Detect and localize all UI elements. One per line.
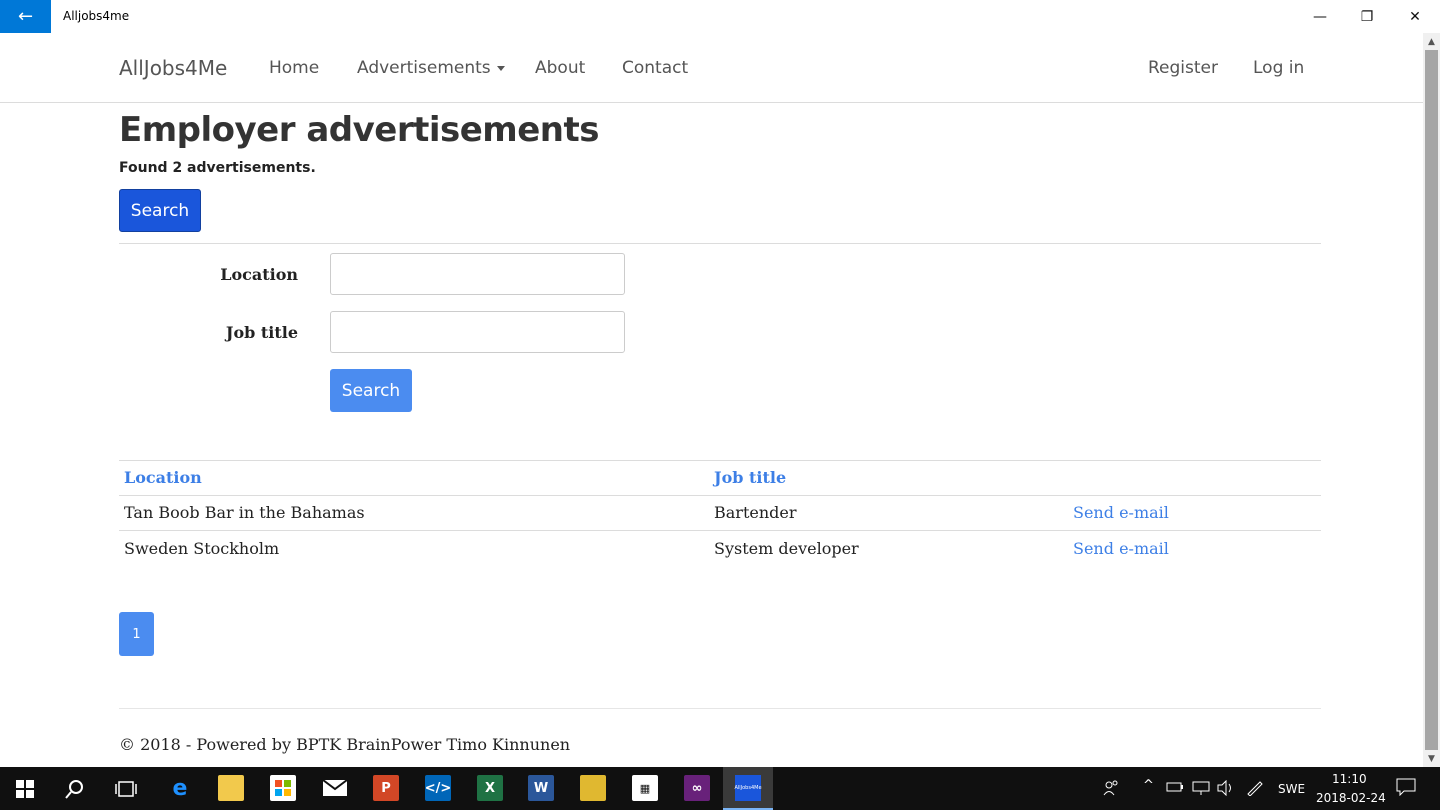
close-icon: ✕ (1409, 8, 1421, 25)
people-icon[interactable] (1103, 780, 1119, 800)
nav-contact[interactable]: Contact (622, 58, 688, 78)
taskbar: e P </> X W ▦ ∞ AllJobs4Me ^ SWE 11:10 2… (0, 767, 1440, 810)
nav-about[interactable]: About (535, 58, 585, 78)
footer-divider (119, 708, 1321, 709)
cell-location: Sweden Stockholm (124, 539, 280, 558)
close-button[interactable]: ✕ (1392, 0, 1438, 33)
alljobs4me-app-icon: AllJobs4Me (734, 775, 762, 801)
excel-icon[interactable]: X (477, 775, 503, 801)
nav-login[interactable]: Log in (1253, 58, 1304, 78)
table-header-border (119, 495, 1321, 496)
start-windows-icon[interactable] (10, 774, 40, 804)
cell-location: Tan Boob Bar in the Bahamas (124, 503, 365, 522)
job-title-input[interactable] (330, 311, 625, 353)
divider (119, 243, 1321, 244)
vscode-icon[interactable]: </> (425, 775, 451, 801)
cell-job-title: Bartender (714, 503, 797, 522)
file-explorer-icon[interactable] (218, 775, 244, 801)
job-title-label: Job title (225, 323, 298, 342)
vertical-scrollbar[interactable]: ▲ ▼ (1423, 33, 1440, 767)
restore-button[interactable]: ❐ (1344, 0, 1390, 33)
site-navbar: AllJobs4Me Home Advertisements About Con… (0, 33, 1423, 103)
mail-icon[interactable] (322, 775, 348, 801)
edge-icon[interactable]: e (167, 775, 193, 801)
table-row-border (119, 530, 1321, 531)
nav-advertisements[interactable]: Advertisements (357, 58, 505, 78)
brand-link[interactable]: AllJobs4Me (119, 56, 227, 80)
location-input[interactable] (330, 253, 625, 295)
result-count: Found 2 advertisements. (119, 160, 316, 176)
footer-text: © 2018 - Powered by BPTK BrainPower Timo… (119, 735, 571, 754)
powerpoint-icon[interactable]: P (373, 775, 399, 801)
nav-advertisements-label: Advertisements (357, 58, 491, 78)
window-title: Alljobs4me (63, 9, 130, 23)
scroll-up-icon[interactable]: ▲ (1423, 33, 1440, 50)
restore-icon: ❐ (1360, 8, 1374, 25)
pen-icon[interactable] (1246, 780, 1264, 800)
word-icon[interactable]: W (528, 775, 554, 801)
task-view-icon[interactable] (111, 774, 141, 804)
caret-down-icon (496, 65, 505, 71)
back-arrow-icon: ← (17, 6, 34, 27)
minimize-icon: — (1313, 8, 1327, 25)
visual-studio-icon[interactable]: ∞ (684, 775, 710, 801)
search-toggle-button[interactable]: Search (119, 189, 201, 232)
send-email-link[interactable]: Send e-mail (1073, 539, 1169, 558)
column-header-location[interactable]: Location (124, 468, 202, 487)
volume-icon[interactable] (1217, 779, 1235, 800)
database-tool-icon[interactable] (580, 775, 606, 801)
page-title: Employer advertisements (119, 110, 600, 150)
scroll-thumb[interactable] (1425, 50, 1438, 750)
battery-icon[interactable] (1166, 780, 1184, 798)
chevron-up-icon[interactable]: ^ (1143, 778, 1154, 793)
store-icon[interactable] (270, 775, 296, 801)
nav-register[interactable]: Register (1148, 58, 1218, 78)
location-label: Location (220, 265, 298, 284)
calendar-grid-icon[interactable]: ▦ (632, 775, 658, 801)
pagination-page-1[interactable]: 1 (119, 612, 154, 656)
back-button[interactable]: ← (0, 0, 51, 33)
send-email-link[interactable]: Send e-mail (1073, 503, 1169, 522)
active-app-tab[interactable]: AllJobs4Me (723, 767, 773, 810)
column-header-job-title[interactable]: Job title (714, 468, 786, 487)
nav-home[interactable]: Home (269, 58, 319, 78)
table-top-border (119, 460, 1321, 461)
search-submit-button[interactable]: Search (330, 369, 412, 412)
cell-job-title: System developer (714, 539, 859, 558)
minimize-button[interactable]: — (1297, 0, 1343, 33)
title-bar: ← Alljobs4me — ❐ ✕ (0, 0, 1440, 33)
language-indicator[interactable]: SWE (1278, 782, 1305, 796)
notification-icon[interactable] (1396, 778, 1416, 800)
clock-date[interactable]: 2018-02-24 (1316, 791, 1386, 805)
network-icon[interactable] (1192, 780, 1210, 800)
clock-time[interactable]: 11:10 (1332, 772, 1367, 786)
search-icon[interactable] (60, 774, 90, 804)
scroll-down-icon[interactable]: ▼ (1423, 750, 1440, 767)
